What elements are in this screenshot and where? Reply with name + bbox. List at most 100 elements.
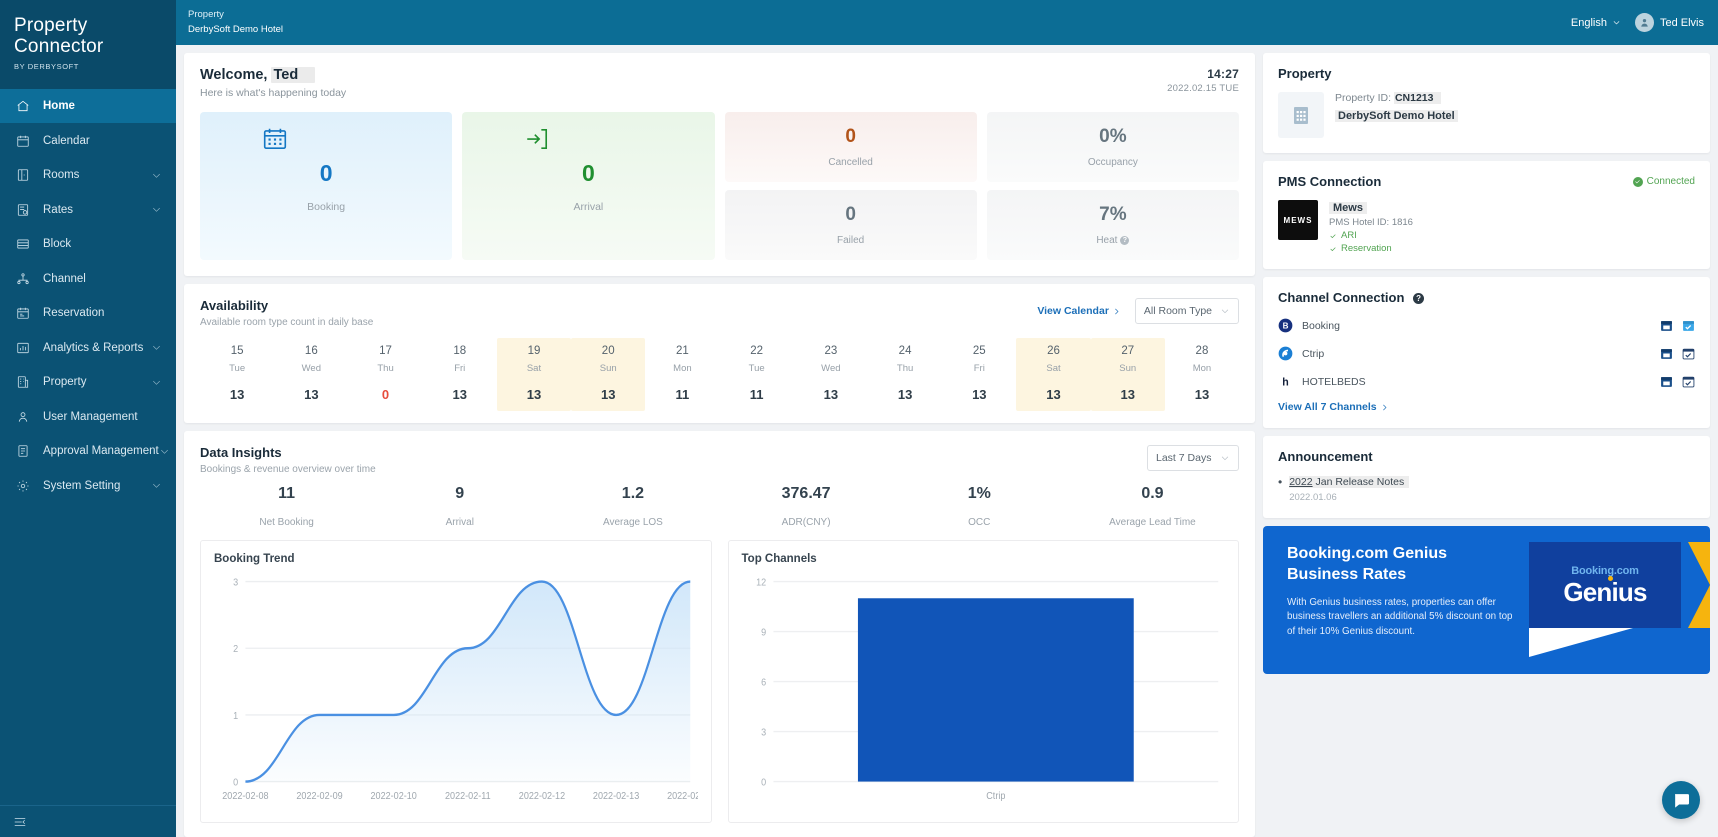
sidebar-item-label: Channel (43, 272, 86, 285)
room-type-value: All Room Type (1143, 305, 1212, 317)
day-number: 17 (379, 345, 392, 357)
ari-calendar-icon[interactable] (1660, 347, 1673, 360)
chat-icon (1674, 793, 1689, 808)
day-name: Fri (454, 363, 466, 374)
view-all-channels-link[interactable]: View All 7 Channels (1278, 401, 1389, 413)
channel-row-ctrip[interactable]: Ctrip (1278, 346, 1695, 361)
ari-calendar-icon[interactable] (1660, 319, 1673, 332)
announcement-year: 2022 (1289, 476, 1313, 488)
announcement-link[interactable]: 2022 Jan Release Notes (1289, 476, 1410, 488)
availability-day-cell[interactable]: 26 Sat 13 (1016, 338, 1091, 411)
availability-day-cell[interactable]: 21 Mon 11 (645, 338, 719, 411)
announcement-card: Announcement • 2022 Jan Release Notes 20… (1263, 436, 1710, 518)
availability-day-cell[interactable]: 27 Sun 13 (1090, 338, 1165, 411)
language-label: English (1570, 16, 1607, 29)
sidebar-item-rooms[interactable]: Rooms (0, 158, 176, 193)
availability-day-cell[interactable]: 24 Thu 13 (868, 338, 942, 411)
sidebar-item-label: Approval Management (43, 445, 159, 458)
availability-day-cell[interactable]: 25 Fri 13 (942, 338, 1016, 411)
help-icon[interactable]: ? (1413, 293, 1425, 304)
kpi-label: Arrival (573, 201, 604, 213)
svg-text:Ctrip: Ctrip (986, 790, 1005, 801)
pms-connection-card: PMS Connection Connected MEWS Mews PMS H… (1263, 161, 1710, 269)
availability-header: Availability Available room type count i… (200, 298, 1239, 328)
kpi-label: Booking (307, 201, 346, 213)
availability-day-cell[interactable]: 17 Thu 0 (348, 338, 422, 411)
sidebar-item-label: Block (43, 238, 72, 251)
insight-label: Arrival (445, 517, 474, 528)
list-item[interactable]: • 2022 Jan Release Notes 2022.01.06 (1278, 474, 1695, 503)
mews-logo-text: MEWS (1283, 215, 1313, 225)
promo-banner[interactable]: Booking.com Genius Business Rates With G… (1263, 526, 1710, 674)
kpi-heat[interactable]: 7% Heat ? (986, 190, 1239, 260)
availability-day-cell[interactable]: 20 Sun 13 (571, 338, 646, 411)
channel-row-hotelbeds[interactable]: h HOTELBEDS (1278, 374, 1695, 389)
kpi-arrival[interactable]: 0 Arrival (462, 112, 715, 260)
view-calendar-link[interactable]: View Calendar (1037, 305, 1121, 317)
room-type-select[interactable]: All Room Type (1134, 298, 1239, 324)
availability-day-cell[interactable]: 22 Tue 11 (720, 338, 794, 411)
user-menu[interactable]: Ted Elvis (1634, 13, 1704, 32)
availability-card: Availability Available room type count i… (184, 284, 1255, 423)
sidebar-item-calendar[interactable]: Calendar (0, 123, 176, 158)
chevron-down-icon (1613, 21, 1620, 25)
sidebar-item-system-setting[interactable]: System Setting (0, 468, 176, 503)
sidebar-item-label: User Management (43, 410, 138, 423)
sidebar-item-block[interactable]: Block (0, 227, 176, 262)
sidebar-item-analytics[interactable]: Analytics & Reports (0, 330, 176, 365)
availability-day-cell[interactable]: 15 Tue 13 (200, 338, 274, 411)
chevron-down-icon (151, 377, 162, 388)
reservation-calendar-icon[interactable] (1682, 347, 1695, 360)
availability-day-cell[interactable]: 16 Wed 13 (274, 338, 348, 411)
chat-support-button[interactable] (1662, 781, 1700, 819)
sidebar-item-channel[interactable]: Channel (0, 261, 176, 296)
day-availability-value: 13 (526, 387, 542, 402)
availability-day-cell[interactable]: 28 Mon 13 (1165, 338, 1239, 411)
period-select[interactable]: Last 7 Days (1147, 445, 1239, 471)
svg-text:2022-02-12: 2022-02-12 (519, 790, 565, 801)
sidebar: Property Connector BY DERBYSOFT Home Cal… (0, 0, 176, 837)
day-name: Sun (1119, 363, 1137, 374)
pms-header: PMS Connection Connected (1278, 174, 1695, 189)
language-selector[interactable]: English (1571, 17, 1621, 29)
building-icon (1278, 92, 1324, 138)
svg-text:0: 0 (761, 777, 766, 788)
kpi-cancelled[interactable]: 0 Cancelled (724, 112, 977, 182)
check-circle-icon (1632, 176, 1643, 187)
kpi-failed[interactable]: 0 Failed (724, 190, 977, 260)
help-icon[interactable]: ? (1120, 235, 1130, 245)
sidebar-item-home[interactable]: Home (0, 88, 176, 124)
availability-day-cell[interactable]: 19 Sat 13 (496, 338, 572, 411)
reservation-calendar-icon[interactable] (1682, 375, 1695, 388)
sidebar-item-reservation[interactable]: Reservation (0, 296, 176, 331)
pms-card-title: PMS Connection (1278, 174, 1382, 189)
day-name: Tue (748, 363, 765, 374)
day-number: 20 (601, 345, 615, 357)
sidebar-item-rates[interactable]: Rates (0, 192, 176, 227)
chart-plot-area: 0 1 2 3 2022-02-08 2022-02-09 2022-02-10 2022-0… (214, 571, 697, 816)
day-number: 28 (1195, 345, 1209, 357)
kpi-value: 0% (1099, 125, 1127, 147)
sidebar-item-label: Reservation (43, 307, 105, 320)
ari-calendar-icon[interactable] (1660, 375, 1673, 388)
availability-day-cell[interactable]: 23 Wed 13 (794, 338, 868, 411)
availability-day-cell[interactable]: 18 Fri 13 (423, 338, 497, 411)
insights-subtitle: Bookings & revenue overview over time (200, 464, 376, 475)
kpi-occupancy[interactable]: 0% Occupancy (986, 112, 1239, 182)
sidebar-item-user-management[interactable]: User Management (0, 399, 176, 434)
kpi-booking[interactable]: 0 Booking (200, 112, 453, 260)
reservation-calendar-icon[interactable] (1682, 319, 1695, 332)
sidebar-collapse-button[interactable] (0, 805, 176, 837)
day-availability-value: 13 (1120, 387, 1135, 402)
sidebar-item-property[interactable]: Property (0, 365, 176, 400)
gear-icon (14, 477, 32, 495)
channel-actions (1660, 347, 1695, 360)
property-id-value: CN1213 (1393, 92, 1442, 104)
svg-text:2022-02-11: 2022-02-11 (445, 790, 491, 801)
channel-row-booking[interactable]: B Booking (1278, 318, 1695, 333)
booking-word: Booking (1571, 565, 1614, 577)
sidebar-item-approval-management[interactable]: Approval Management (0, 434, 176, 469)
svg-text:2022-02-13: 2022-02-13 (593, 790, 639, 801)
insight-stat: 9 Arrival (373, 485, 546, 528)
channel-actions (1660, 375, 1695, 388)
